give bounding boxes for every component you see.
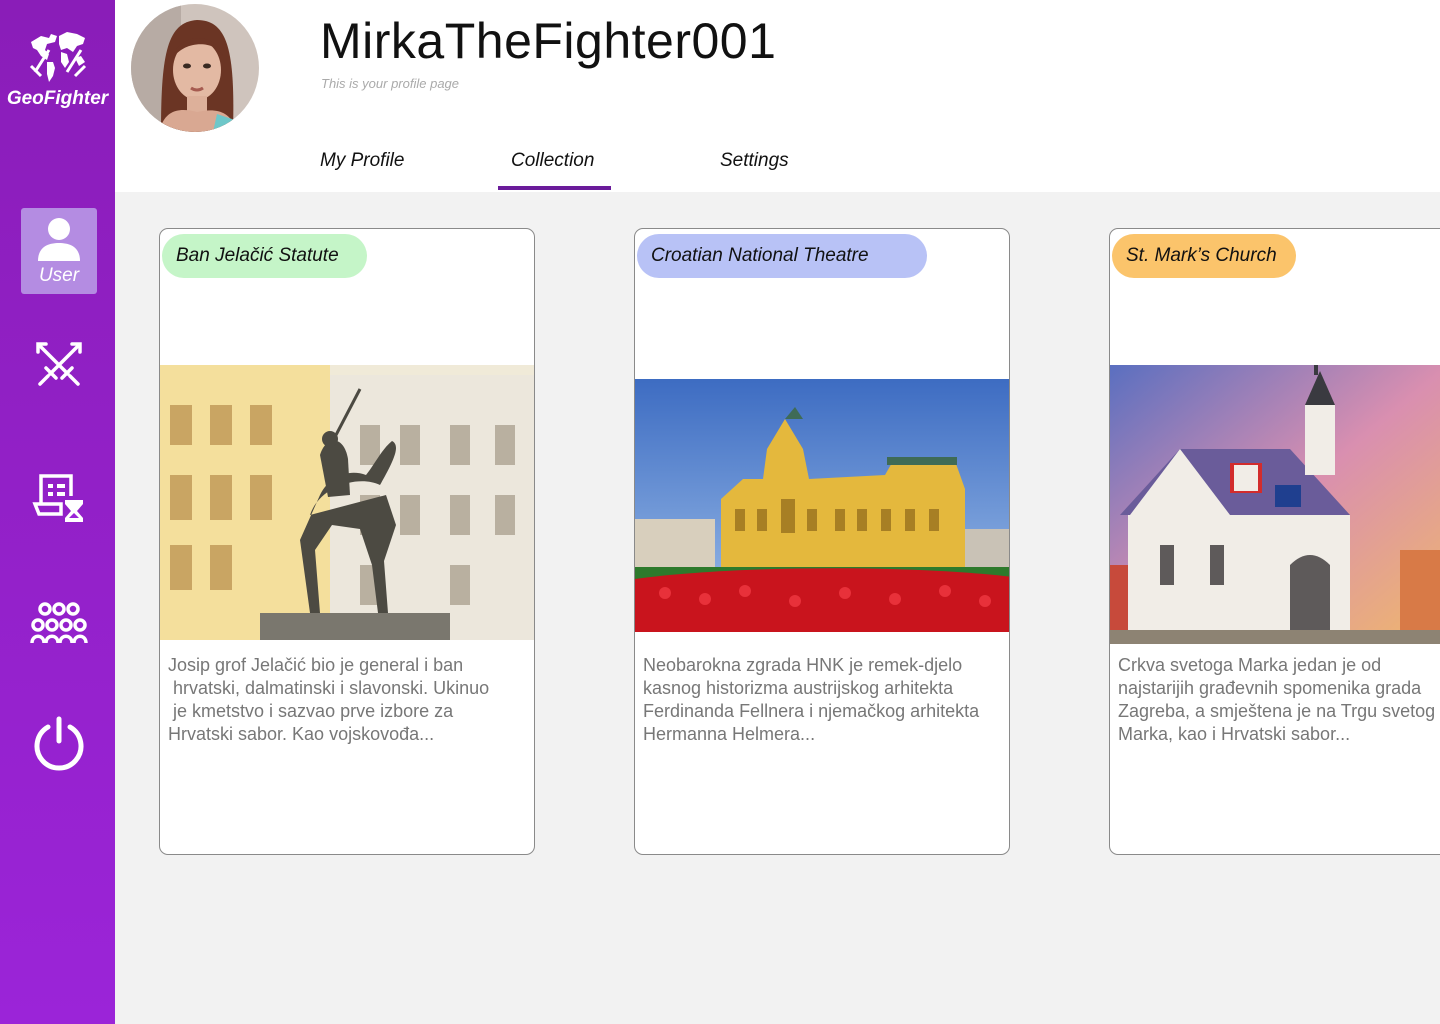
crossed-swords-icon: [36, 342, 82, 386]
collection-card[interactable]: Croatian National Theatre Neobarokna zgr…: [634, 228, 1010, 855]
card-description: Crkva svetoga Marka jedan je od najstari…: [1118, 655, 1436, 744]
power-icon: [34, 716, 84, 771]
card-image-croatian-national-theatre: [635, 379, 1009, 632]
sidebar: GeoFighter User: [0, 0, 115, 1024]
card-description: Josip grof Jelačić bio je general i ban …: [168, 655, 490, 744]
world-map-icon: [29, 32, 86, 82]
card-title: St. Mark’s Church: [1112, 234, 1296, 278]
tab-settings[interactable]: Settings: [720, 150, 789, 172]
sidebar-item-label: User: [38, 265, 80, 286]
card-title: Croatian National Theatre: [637, 234, 927, 278]
collection-card[interactable]: St. Mark’s Church Crkva svetoga Marka je…: [1109, 228, 1440, 855]
sidebar-item-groups[interactable]: [21, 580, 97, 666]
page-subtitle: This is your profile page: [321, 76, 460, 91]
tab-my-profile[interactable]: My Profile: [320, 150, 404, 172]
username: MirkaTheFighter001: [320, 13, 777, 69]
active-tab-indicator: [498, 186, 611, 190]
tab-collection[interactable]: Collection: [511, 150, 594, 172]
sidebar-item-quests[interactable]: [21, 455, 97, 541]
group-icon: [30, 602, 88, 644]
card-image-st-marks-church: [1110, 365, 1440, 644]
sidebar-item-user[interactable]: User: [21, 208, 97, 294]
sidebar-item-logout[interactable]: [21, 700, 97, 786]
avatar[interactable]: [131, 4, 259, 132]
card-image-ban-jelacic: [160, 365, 534, 640]
card-description: Neobarokna zgrada HNK je remek-djelo kas…: [643, 655, 980, 744]
sidebar-item-battle[interactable]: [21, 322, 97, 408]
user-icon: [38, 218, 80, 261]
profile-header: MirkaTheFighter001 This is your profile …: [115, 0, 1440, 192]
avatar-image: [131, 4, 259, 132]
card-title: Ban Jelačić Statute: [162, 234, 367, 278]
collection-card[interactable]: Ban Jelačić Statute Josip grof Jelačić b…: [159, 228, 535, 855]
app-name: GeoFighter: [6, 88, 109, 109]
quest-hourglass-icon: [32, 474, 83, 522]
app-logo[interactable]: GeoFighter: [0, 26, 115, 110]
